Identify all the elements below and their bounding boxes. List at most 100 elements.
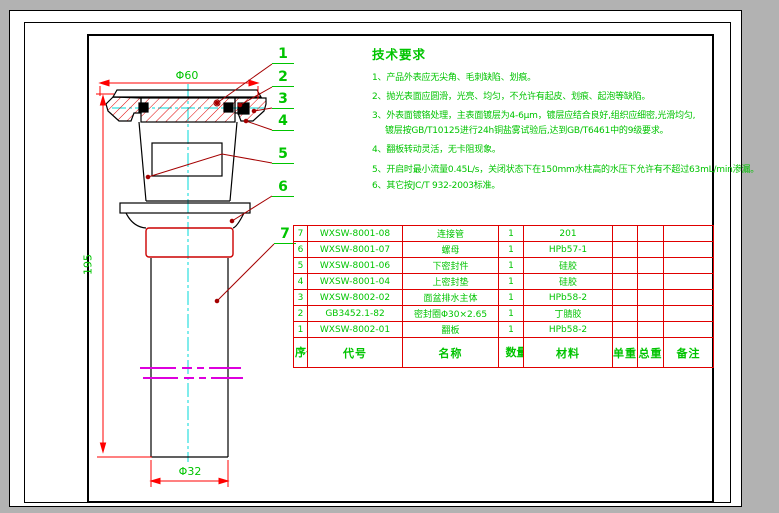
bom-cell-material: 硅胶 <box>524 274 613 290</box>
balloon-5: 5 <box>272 147 294 164</box>
tail-pipe <box>151 258 228 457</box>
bom-cell-unit-weight <box>613 290 638 306</box>
bom-cell-name: 螺母 <box>403 242 499 258</box>
bom-table: 7 WXSW-8001-08 连接管 1 201 6 WXSW-8001-07 … <box>293 225 714 368</box>
bom-cell-code: WXSW-8001-06 <box>308 258 403 274</box>
bom-cell-unit-weight <box>613 226 638 242</box>
bom-cell-name: 连接管 <box>403 226 499 242</box>
bom-cell-remarks <box>664 274 714 290</box>
bom-header-remarks: 备注 <box>664 338 714 368</box>
bom-cell-name: 下密封件 <box>403 258 499 274</box>
bom-cell-remarks <box>664 242 714 258</box>
bom-header-code: 代号 <box>308 338 403 368</box>
bom-cell-qty: 1 <box>499 322 524 338</box>
dimension-label-bottom-diameter: Φ32 <box>158 465 222 478</box>
leader-7 <box>217 244 274 301</box>
strainer-hatch-band <box>141 98 235 122</box>
bom-cell-code: WXSW-8002-01 <box>308 322 403 338</box>
bom-cell-code: WXSW-8001-07 <box>308 242 403 258</box>
part-outline <box>106 90 266 457</box>
balloon-4: 4 <box>272 114 294 131</box>
bom-cell-code: WXSW-8001-08 <box>308 226 403 242</box>
bom-header-qty: 数量 <box>499 338 524 368</box>
leader-5 <box>148 154 272 177</box>
cover-plate <box>113 90 261 97</box>
bom-cell-remarks <box>664 226 714 242</box>
bom-cell-qty: 1 <box>499 274 524 290</box>
requirement-item: 2、抛光表面应圆滑，光亮、均匀，不允许有起皮、划痕、起泡等缺陷。 <box>372 90 722 105</box>
bom-header-material: 材料 <box>524 338 613 368</box>
bom-cell-seq: 2 <box>294 306 308 322</box>
bom-cell-name: 翻板 <box>403 322 499 338</box>
leader-6 <box>232 196 272 221</box>
bom-cell-material: HPb57-1 <box>524 242 613 258</box>
technical-requirements-title: 技术要求 <box>372 44 722 63</box>
bom-cell-total-weight <box>638 306 664 322</box>
bom-cell-seq: 1 <box>294 322 308 338</box>
bom-cell-qty: 1 <box>499 306 524 322</box>
bom-cell-unit-weight <box>613 242 638 258</box>
body-window <box>152 143 222 176</box>
bom-cell-name: 上密封垫 <box>403 274 499 290</box>
bom-cell-unit-weight <box>613 322 638 338</box>
dimension-195 <box>96 94 152 457</box>
bom-cell-name: 密封圈Φ30×2.65 <box>403 306 499 322</box>
left-seal-section <box>139 103 148 112</box>
bom-cell-unit-weight <box>613 274 638 290</box>
bom-cell-code: GB3452.1-82 <box>308 306 403 322</box>
bom-cell-material: 丁腈胶 <box>524 306 613 322</box>
bom-cell-remarks <box>664 322 714 338</box>
centerlines <box>112 84 265 462</box>
bom-cell-qty: 1 <box>499 226 524 242</box>
bom-cell-qty: 1 <box>499 242 524 258</box>
requirement-item-continuation: 镀层按GB/T10125进行24h铜盐雾试验后,达到GB/T6461中的9级要求… <box>372 124 722 139</box>
bom-cell-total-weight <box>638 290 664 306</box>
bom-cell-total-weight <box>638 242 664 258</box>
technical-requirements: 技术要求 1、产品外表应无尖角、毛刺缺陷、划痕。 2、抛光表面应圆滑，光亮、均匀… <box>372 44 722 194</box>
bom-cell-code: WXSW-8001-04 <box>308 274 403 290</box>
requirement-item: 1、产品外表应无尖角、毛刺缺陷、划痕。 <box>372 71 722 86</box>
bom-cell-seq: 3 <box>294 290 308 306</box>
bom-cell-total-weight <box>638 322 664 338</box>
bom-cell-seq: 6 <box>294 242 308 258</box>
bell-flange <box>120 203 250 213</box>
bom-cell-material: HPb58-2 <box>524 322 613 338</box>
bom-header-seq-label: 序号 <box>295 347 306 359</box>
bom-header-seq: 序号 <box>294 338 308 368</box>
balloon-1: 1 <box>272 47 294 64</box>
bom-header-name: 名称 <box>403 338 499 368</box>
balloon-2: 2 <box>272 70 294 87</box>
slip-nut <box>146 228 233 257</box>
bom-cell-unit-weight <box>613 306 638 322</box>
bom-header-total-weight: 总重 <box>638 338 664 368</box>
bell-shoulders <box>126 213 244 228</box>
bom-cell-qty: 1 <box>499 258 524 274</box>
bom-cell-remarks <box>664 290 714 306</box>
bom-cell-total-weight <box>638 226 664 242</box>
bom-cell-seq: 5 <box>294 258 308 274</box>
left-flange-wing <box>106 97 141 121</box>
bom-cell-total-weight <box>638 258 664 274</box>
bom-cell-code: WXSW-8002-02 <box>308 290 403 306</box>
dimension-label-top-diameter: Φ60 <box>155 69 219 82</box>
bom-cell-remarks <box>664 306 714 322</box>
bom-cell-seq: 7 <box>294 226 308 242</box>
bom-cell-seq: 4 <box>294 274 308 290</box>
bom-header-qty-label: 数量 <box>506 347 517 359</box>
bom-cell-total-weight <box>638 274 664 290</box>
bom-header-unit-weight: 单重 <box>613 338 638 368</box>
balloon-3: 3 <box>272 92 294 109</box>
cad-drawing-sheet: Φ60 195 Φ32 1 2 3 4 5 6 7 技术要求 1、产品外表应无尖… <box>0 0 779 513</box>
balloon-6: 6 <box>272 180 294 197</box>
leader-4 <box>246 121 272 130</box>
requirement-item: 5、开启时最小流量0.45L/s，关闭状态下在150mm水柱高的水压下允许有不超… <box>372 163 722 178</box>
requirement-item: 4、翻板转动灵活，无卡阻现象。 <box>372 143 722 158</box>
bom-cell-qty: 1 <box>499 290 524 306</box>
bom-cell-name: 面盆排水主体 <box>403 290 499 306</box>
requirement-item: 6、其它按JC/T 932-2003标准。 <box>372 179 722 194</box>
right-seal-section <box>224 103 233 112</box>
bom-cell-remarks <box>664 258 714 274</box>
requirement-item: 3、外表面镀铬处理，主表面镀层为4-6μm，镀层应结合良好,组织应细密,光滑均匀… <box>372 109 722 124</box>
bom-cell-material: 硅胶 <box>524 258 613 274</box>
bom-cell-material: 201 <box>524 226 613 242</box>
